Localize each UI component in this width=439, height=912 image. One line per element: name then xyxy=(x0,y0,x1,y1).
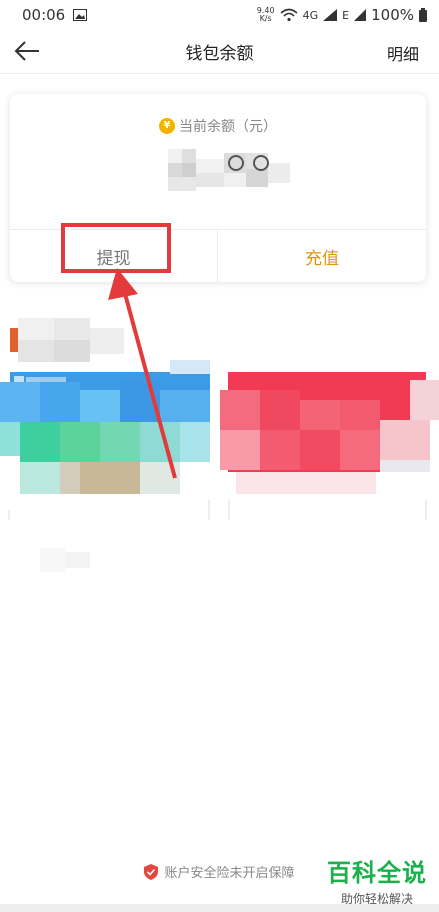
bottom-bar xyxy=(0,904,439,912)
coin-icon: ¥ xyxy=(159,118,175,134)
signal-bars-2-icon xyxy=(354,9,367,21)
blurred-section-header xyxy=(10,318,124,362)
detail-link[interactable]: 明细 xyxy=(387,41,419,65)
wallet-balance-screen: 00:06 9.40 K/s 4G E 100% 钱包余额 明细 ¥ 当前余额（… xyxy=(0,0,439,912)
blurred-balance-amount xyxy=(168,149,290,191)
blurred-promo-banner xyxy=(0,360,439,520)
watermark-logo: 百科全说 助你轻松解决 xyxy=(327,853,427,907)
wifi-icon xyxy=(280,8,298,22)
network-speed: 9.40 K/s xyxy=(256,6,275,23)
balance-label: 当前余额（元） xyxy=(179,119,277,135)
shield-check-icon xyxy=(144,863,159,880)
page-title: 钱包余额 xyxy=(185,44,254,64)
security-notice-text: 账户安全险未开启保障 xyxy=(164,866,295,881)
status-time: 00:06 xyxy=(22,6,66,24)
signal-bars-icon xyxy=(323,9,338,21)
battery-icon xyxy=(419,8,427,22)
withdraw-highlight-box xyxy=(61,223,171,273)
signal-4g-icon: 4G xyxy=(302,8,319,22)
battery-level: 100% xyxy=(371,6,414,24)
recharge-button[interactable]: 充值 xyxy=(218,230,426,282)
watermark-title: 百科全说 xyxy=(327,859,427,887)
status-bar: 00:06 9.40 K/s 4G E 100% xyxy=(0,0,439,30)
balance-label-row: ¥ 当前余额（元） xyxy=(10,116,426,136)
nav-bar: 钱包余额 明细 xyxy=(0,30,439,74)
blurred-smudge xyxy=(40,548,90,572)
image-notification-icon xyxy=(73,9,88,21)
signal-e-icon: E xyxy=(342,8,350,22)
